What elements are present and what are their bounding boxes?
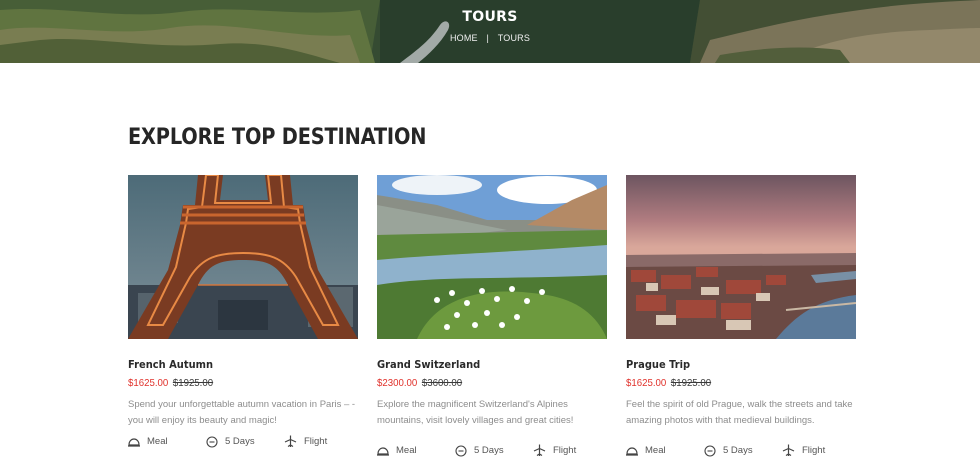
meal-icon <box>626 446 638 456</box>
meal-icon <box>128 437 140 447</box>
sale-price: $1625.00 <box>128 377 169 389</box>
tour-features: Meal 5 Days Flight <box>128 435 368 448</box>
feature-duration: 5 Days <box>206 435 284 448</box>
breadcrumb-current: TOURS <box>497 33 531 43</box>
feature-label: Flight <box>802 445 826 456</box>
tour-features: Meal 5 Days Flight <box>626 444 866 457</box>
clock-icon <box>455 444 467 457</box>
sale-price: $1625.00 <box>626 377 667 389</box>
feature-flight: Flight <box>533 444 576 457</box>
feature-label: Flight <box>553 445 577 456</box>
feature-flight: Flight <box>284 435 327 448</box>
tour-price: $1625.00 $1925.00 <box>128 377 340 389</box>
plane-icon <box>782 444 795 457</box>
feature-label: 5 Days <box>225 436 255 447</box>
feature-label: Meal <box>396 445 417 456</box>
tour-card: French Autumn $1625.00 $1925.00 Spend yo… <box>128 175 358 448</box>
hero-banner: TOURS HOME | TOURS <box>0 0 980 63</box>
plane-icon <box>284 435 297 448</box>
sale-price: $2300.00 <box>377 377 418 389</box>
clock-icon <box>704 444 716 457</box>
tour-name: Prague Trip <box>626 358 691 371</box>
plane-icon <box>533 444 546 457</box>
clock-icon <box>206 435 218 448</box>
tour-card: Prague Trip $1625.00 $1925.00 Feel the s… <box>626 175 856 457</box>
feature-label: Meal <box>645 445 666 456</box>
tour-description: Spend your unforgettable autumn vacation… <box>128 399 356 426</box>
feature-label: 5 Days <box>474 445 504 456</box>
tour-features: Meal 5 Days Flight <box>377 444 617 457</box>
tour-price: $2300.00 $3600.00 <box>377 377 589 389</box>
section-heading: EXPLORE TOP DESTINATION <box>128 125 427 150</box>
tour-name: Grand Switzerland <box>377 358 481 371</box>
breadcrumb: HOME | TOURS <box>0 33 980 43</box>
breadcrumb-home-link[interactable]: HOME <box>450 33 478 43</box>
tour-image-eiffel-tower[interactable] <box>128 175 358 339</box>
tour-image-alpine-lake[interactable] <box>377 175 607 339</box>
feature-duration: 5 Days <box>704 444 782 457</box>
tour-price: $1625.00 $1925.00 <box>626 377 838 389</box>
feature-label: Flight <box>304 436 328 447</box>
feature-label: Meal <box>147 436 168 447</box>
feature-duration: 5 Days <box>455 444 533 457</box>
original-price: $1925.00 <box>172 377 214 389</box>
tour-name: French Autumn <box>128 358 213 371</box>
original-price: $1925.00 <box>670 377 712 389</box>
page-title: TOURS <box>462 9 518 25</box>
feature-flight: Flight <box>782 444 825 457</box>
original-price: $3600.00 <box>421 377 463 389</box>
tour-description: Feel the spirit of old Prague, walk the … <box>626 399 853 426</box>
tour-description: Explore the magnificent Switzerland's Al… <box>377 399 574 426</box>
breadcrumb-separator: | <box>486 33 489 43</box>
feature-label: 5 Days <box>723 445 753 456</box>
feature-meal: Meal <box>377 444 455 457</box>
meal-icon <box>377 446 389 456</box>
feature-meal: Meal <box>128 435 206 448</box>
tour-image-prague-city[interactable] <box>626 175 856 339</box>
tour-card: Grand Switzerland $2300.00 $3600.00 Expl… <box>377 175 607 457</box>
feature-meal: Meal <box>626 444 704 457</box>
